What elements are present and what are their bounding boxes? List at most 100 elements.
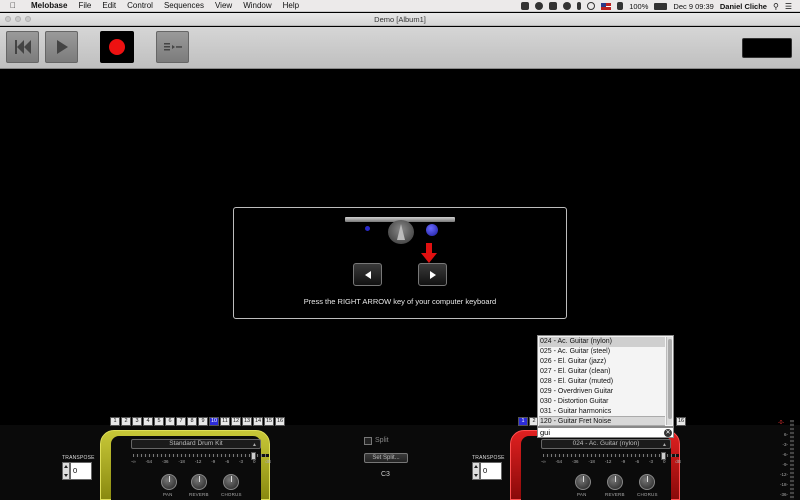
left-chorus-knob[interactable]: [223, 474, 239, 490]
clear-search-icon[interactable]: ✕: [664, 429, 672, 437]
right-transpose-value[interactable]: 0: [480, 462, 502, 480]
rewind-button[interactable]: [6, 31, 39, 63]
channel-button[interactable]: 16: [275, 417, 285, 426]
split-checkbox[interactable]: [364, 437, 372, 445]
app-status-icon[interactable]: [549, 2, 558, 10]
instrument-dropdown-list: 024 - Ac. Guitar (nylon) 025 - Ac. Guita…: [537, 335, 674, 427]
set-split-button[interactable]: Set Split...: [364, 453, 408, 463]
right-instrument-selector[interactable]: 024 - Ac. Guitar (nylon) ▲: [541, 439, 671, 449]
transport-toolbar: [0, 27, 800, 69]
channel-button[interactable]: 2: [121, 417, 131, 426]
list-item[interactable]: 030 - Distortion Guitar: [539, 397, 665, 407]
menu-window[interactable]: Window: [243, 1, 271, 10]
left-arrow-button[interactable]: [353, 263, 382, 286]
wifi-icon[interactable]: [587, 2, 596, 10]
left-transpose-label: TRANSPOSE: [62, 455, 95, 461]
left-transpose-stepper[interactable]: [62, 462, 70, 480]
right-volume-track[interactable]: [543, 454, 679, 457]
channel-button[interactable]: 14: [253, 417, 263, 426]
right-pan-knob[interactable]: [575, 474, 591, 490]
dropbox-icon[interactable]: [521, 2, 530, 10]
list-item[interactable]: 027 - El. Guitar (clean): [539, 367, 665, 377]
channel-button[interactable]: 12: [231, 417, 241, 426]
list-item[interactable]: 029 - Overdriven Guitar: [539, 387, 665, 397]
list-item[interactable]: 024 - Ac. Guitar (nylon): [539, 337, 665, 347]
pointer-arrow-icon: [421, 243, 437, 263]
left-pan-knob[interactable]: [161, 474, 177, 490]
menu-view[interactable]: View: [215, 1, 232, 10]
scale-label: -54: [555, 459, 563, 464]
menu-app[interactable]: Melobase: [31, 1, 67, 10]
channel-button[interactable]: 9: [198, 417, 208, 426]
scale-label: -9: [621, 459, 626, 464]
level-bar: [790, 420, 794, 500]
channel-button[interactable]: 11: [220, 417, 230, 426]
list-icon[interactable]: ☰: [785, 2, 792, 11]
right-transpose-label: TRANSPOSE: [472, 455, 505, 461]
right-reverb-knob[interactable]: [607, 474, 623, 490]
channel-button[interactable]: 3: [132, 417, 142, 426]
channel-button[interactable]: 16: [676, 417, 686, 426]
bluetooth-icon[interactable]: [577, 2, 582, 10]
left-transpose-value[interactable]: 0: [70, 462, 92, 480]
channel-button[interactable]: 13: [242, 417, 252, 426]
play-button[interactable]: [45, 31, 78, 63]
channel-button[interactable]: 4: [143, 417, 153, 426]
clock[interactable]: Dec 9 09:39: [673, 2, 713, 11]
channel-button-active[interactable]: 1: [518, 417, 528, 426]
level-label: -3-: [782, 442, 789, 447]
channel-button[interactable]: 6: [165, 417, 175, 426]
us-flag-icon[interactable]: [601, 2, 612, 10]
instrument-search-input[interactable]: gui ✕: [537, 427, 674, 438]
channel-button[interactable]: 15: [264, 417, 274, 426]
scale-label: -18: [588, 459, 595, 464]
close-window-button[interactable]: [5, 16, 11, 22]
window-title: Demo [Album1]: [374, 15, 426, 24]
channel-button[interactable]: 8: [187, 417, 197, 426]
user-name[interactable]: Daniel Cliche: [720, 2, 767, 11]
zoom-window-button[interactable]: [25, 16, 31, 22]
check-icon[interactable]: [535, 2, 544, 10]
menu-file[interactable]: File: [78, 1, 91, 10]
play-icon: [56, 40, 68, 54]
window-controls: [5, 16, 31, 22]
list-item[interactable]: 120 - Guitar Fret Noise: [539, 416, 665, 426]
list-arrow-icon: [163, 43, 182, 51]
list-item[interactable]: 028 - El. Guitar (muted): [539, 377, 665, 387]
channel-button[interactable]: 5: [154, 417, 164, 426]
history-icon[interactable]: [563, 2, 572, 10]
list-item[interactable]: 025 - Ac. Guitar (steel): [539, 347, 665, 357]
apple-menu-icon[interactable]: : [10, 1, 20, 10]
rewind-icon: [14, 40, 31, 54]
search-icon[interactable]: ⚲: [773, 2, 779, 11]
right-instrument-inner: 024 - Ac. Guitar (nylon) ▲ -∞ -54 -36 -1…: [521, 436, 681, 500]
menu-control[interactable]: Control: [127, 1, 153, 10]
sequence-list-button[interactable]: [156, 31, 189, 63]
volume-icon[interactable]: [617, 2, 624, 10]
right-transpose-stepper[interactable]: [472, 462, 480, 480]
list-item[interactable]: 026 - El. Guitar (jazz): [539, 357, 665, 367]
battery-icon[interactable]: [654, 2, 668, 10]
left-instrument-panel: Standard Drum Kit ▲ -∞ -54 -36 -18 -12 -…: [100, 430, 271, 500]
channel-button-active[interactable]: 10: [209, 417, 219, 426]
channel-button[interactable]: 7: [176, 417, 186, 426]
record-button[interactable]: [100, 31, 134, 63]
left-reverb-knob[interactable]: [191, 474, 207, 490]
left-volume-track[interactable]: [133, 454, 269, 457]
minimize-window-button[interactable]: [15, 16, 21, 22]
menu-help[interactable]: Help: [283, 1, 299, 10]
channel-button[interactable]: 1: [110, 417, 120, 426]
dropdown-scrollbar[interactable]: [666, 337, 672, 425]
left-instrument-selector[interactable]: Standard Drum Kit ▲: [131, 439, 261, 449]
right-chorus-knob[interactable]: [639, 474, 655, 490]
scale-label: -54: [145, 459, 153, 464]
right-reverb-label: REVERB: [605, 492, 625, 497]
scale-label: -∞: [541, 459, 546, 464]
scale-label: dB: [265, 459, 271, 464]
menu-edit[interactable]: Edit: [102, 1, 116, 10]
level-label: 6-: [783, 432, 788, 437]
right-arrow-button[interactable]: [418, 263, 447, 286]
battery-percent: 100%: [629, 1, 649, 11]
menu-sequences[interactable]: Sequences: [164, 1, 204, 10]
right-instrument-panel: 024 - Ac. Guitar (nylon) ▲ -∞ -54 -36 -1…: [510, 430, 681, 500]
